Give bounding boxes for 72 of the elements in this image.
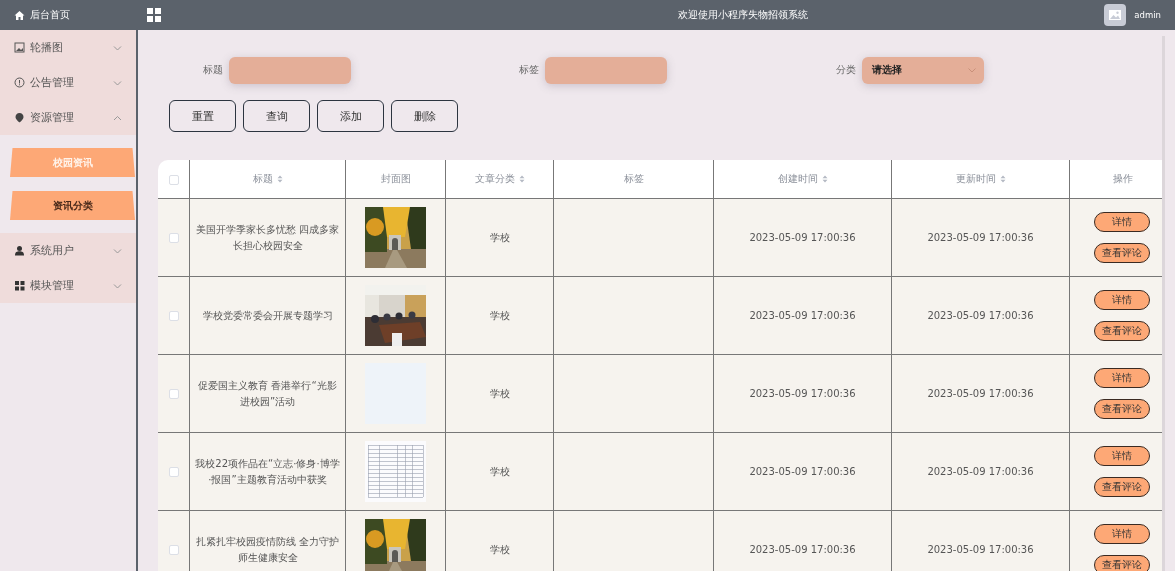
user-icon [14, 245, 25, 256]
column-header: 操作 [1112, 172, 1133, 186]
action-button[interactable]: 添加 [317, 100, 384, 132]
row-action-button[interactable]: 详情 [1094, 446, 1151, 466]
table-cell: 2023-05-09 17:00:36 [749, 232, 856, 243]
action-button[interactable]: 查询 [243, 100, 310, 132]
sidebar-menu-item[interactable]: 资源管理 [0, 100, 136, 135]
menu-icon [147, 8, 161, 22]
input-field[interactable] [545, 56, 668, 84]
sidebar-home-link[interactable]: 后台首页 [0, 0, 136, 30]
table-cell-text: 促爱国主义教育 香港举行“光影进校园”活动 [197, 378, 338, 409]
row-action-button[interactable]: 查看评论 [1094, 555, 1151, 571]
info-icon [14, 77, 25, 88]
column-header: 封面图 [380, 172, 411, 186]
row-action-button[interactable]: 查看评论 [1094, 399, 1151, 419]
column-header[interactable]: 标题 [252, 172, 273, 186]
table-cell-text: 我校22项作品在“立志·修身·博学·报国”主题教育活动中获奖 [194, 456, 341, 487]
table-cell: 学校 [489, 387, 510, 399]
row-action-button[interactable]: 查看评论 [1094, 243, 1151, 263]
table-cell-text: 扎紧扎牢校园疫情防线 全力守护师生健康安全 [194, 534, 341, 565]
input-field[interactable] [229, 56, 351, 84]
sidebar-menu-item[interactable]: 系统用户 [0, 233, 136, 268]
image-icon [14, 42, 25, 53]
table-cell: 学校 [489, 543, 510, 555]
field-label: 分类 [835, 63, 856, 77]
table-cell: 学校 [489, 231, 510, 243]
checkbox[interactable] [168, 467, 179, 477]
chevron-down-icon [967, 67, 976, 73]
column-header[interactable]: 更新时间 [955, 172, 996, 186]
category-select[interactable]: 请选择 [861, 56, 984, 84]
table-cell: 2023-05-09 17:00:36 [927, 232, 1034, 243]
table-cell: 2023-05-09 17:00:36 [927, 466, 1034, 477]
checkbox[interactable] [168, 389, 179, 399]
action-button[interactable]: 重置 [169, 100, 236, 132]
user-name: admin [1134, 10, 1161, 20]
app-title: 欢迎使用小程序失物招领系统 [676, 8, 809, 22]
checkbox[interactable] [168, 174, 179, 185]
column-header[interactable]: 文章分类 [474, 172, 515, 186]
row-action-button[interactable]: 查看评论 [1094, 477, 1151, 497]
sidebar-menu-item[interactable]: 模块管理 [0, 268, 136, 303]
checkbox[interactable] [168, 311, 179, 321]
checkbox[interactable] [168, 233, 179, 243]
document-thumbnail [365, 441, 426, 502]
row-action-button[interactable]: 查看评论 [1094, 321, 1151, 341]
checkbox[interactable] [168, 545, 179, 555]
table-cell: 2023-05-09 17:00:36 [927, 544, 1034, 555]
submenu-item[interactable]: 资讯分类 [10, 191, 135, 220]
table-cell: 2023-05-09 17:00:36 [749, 544, 856, 555]
row-action-button[interactable]: 详情 [1094, 524, 1151, 544]
sidebar-menu-item[interactable]: 公告管理 [0, 65, 136, 100]
grid-icon [14, 280, 25, 291]
table-cell-text: 美国开学季家长多忧愁 四成多家长担心校园安全 [194, 222, 341, 253]
table-cell: 学校 [489, 465, 510, 477]
table-cell: 2023-05-09 17:00:36 [749, 310, 856, 321]
avatar-icon [1104, 4, 1127, 26]
sidebar-menu-item[interactable]: 轮播图 [0, 30, 136, 65]
table-cell-text: 学校党委常委会开展专题学习 [201, 308, 334, 323]
table-cell: 2023-05-09 17:00:36 [927, 388, 1034, 399]
action-button[interactable]: 删除 [391, 100, 458, 132]
column-header: 标签 [623, 172, 644, 186]
row-action-button[interactable]: 详情 [1094, 368, 1151, 388]
table-cell: 2023-05-09 17:00:36 [927, 310, 1034, 321]
field-label: 标签 [519, 63, 540, 77]
row-action-button[interactable]: 详情 [1094, 290, 1151, 310]
column-header[interactable]: 创建时间 [777, 172, 818, 186]
table-cell: 2023-05-09 17:00:36 [749, 388, 856, 399]
row-action-button[interactable]: 详情 [1094, 212, 1151, 232]
home-icon [14, 9, 25, 21]
map-pin-icon [14, 112, 25, 123]
table-cell: 2023-05-09 17:00:36 [749, 466, 856, 477]
field-label: 标题 [203, 63, 223, 77]
table-cell: 学校 [489, 309, 510, 321]
